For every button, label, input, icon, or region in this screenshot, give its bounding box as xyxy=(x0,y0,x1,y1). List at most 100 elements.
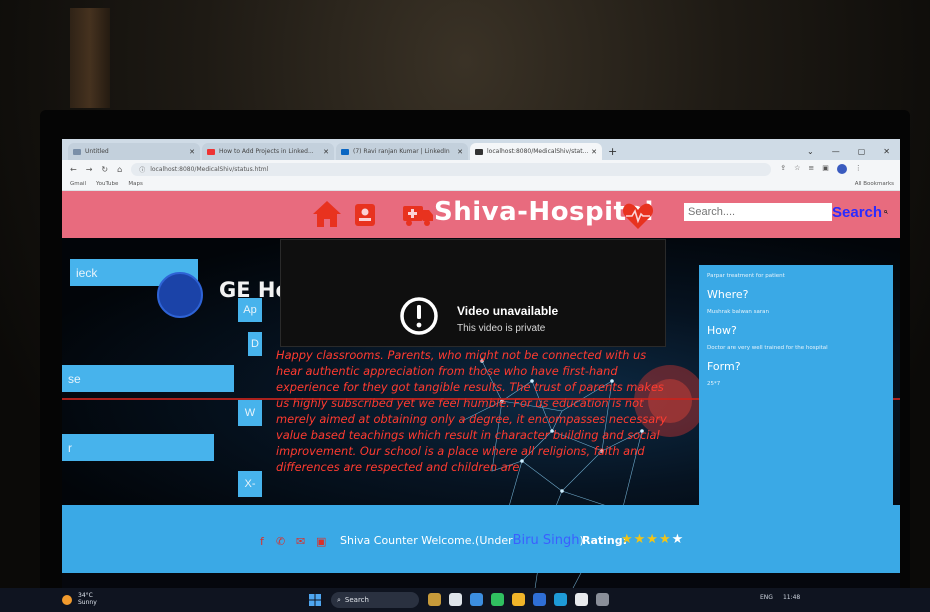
footer-welcome-text: Shiva Counter Welcome.(Under xyxy=(340,534,513,547)
language-indicator[interactable]: ENG xyxy=(760,594,773,601)
window-controls: ⌄ — ▢ ✕ xyxy=(807,143,900,160)
app-icon[interactable] xyxy=(470,593,483,606)
browser-tab-bar: Untitled ✕ How to Add Projects in Linked… xyxy=(62,139,900,160)
tab-close-icon[interactable]: ✕ xyxy=(591,148,597,156)
phone-icon[interactable]: ✆ xyxy=(276,535,285,548)
clock[interactable]: 11:48 xyxy=(783,594,800,601)
tab-title: How to Add Projects in Linked... xyxy=(219,148,314,155)
site-footer: f ✆ ✉ ▣ Shiva Counter Welcome.(UnderBiru… xyxy=(62,505,900,573)
bookmark-gmail[interactable]: Gmail xyxy=(70,181,86,187)
tab-close-icon[interactable]: ✕ xyxy=(189,148,195,156)
left-menu-button[interactable]: se xyxy=(62,365,234,392)
search-button[interactable]: Search xyxy=(832,201,888,223)
profile-avatar[interactable] xyxy=(836,164,847,174)
mail-icon[interactable]: ✉ xyxy=(296,535,305,548)
facebook-icon[interactable]: f xyxy=(260,535,264,548)
service-button[interactable]: Ap xyxy=(238,298,262,322)
taskbar-search[interactable]: ⌕ Search xyxy=(331,592,419,608)
heartbeat-icon xyxy=(622,203,654,229)
about-article: Happy classrooms. Parents, who might not… xyxy=(276,348,667,474)
tab-title: localhost:8080/MedicalShiv/stat... xyxy=(487,148,589,155)
info-form-heading: Form? xyxy=(707,360,741,373)
search-input[interactable] xyxy=(684,203,832,221)
close-icon[interactable]: ✕ xyxy=(883,147,890,156)
all-bookmarks[interactable]: All Bookmarks xyxy=(855,181,900,187)
star-filled-icon: ★★★★ xyxy=(621,532,672,547)
weather-temp: 34°C xyxy=(78,592,93,599)
info-form-value: 25*7 xyxy=(707,381,721,387)
video-subtitle: This video is private xyxy=(457,323,546,334)
site-info-icon[interactable]: ⓘ xyxy=(139,165,145,174)
windows-start-icon[interactable] xyxy=(309,594,321,606)
info-where-value: Mushrak balwan saran xyxy=(707,309,769,315)
new-tab-icon[interactable]: + xyxy=(608,143,617,160)
photo-scene: Untitled ✕ How to Add Projects in Linked… xyxy=(0,0,930,612)
site-header: Shiva-Hospital Search xyxy=(62,191,900,238)
linkedin-icon xyxy=(341,148,349,155)
wall-background xyxy=(70,8,110,108)
app-icon[interactable] xyxy=(491,593,504,606)
monitor-screen: Untitled ✕ How to Add Projects in Linked… xyxy=(62,139,900,612)
minimize-icon[interactable]: — xyxy=(832,147,840,156)
service-button[interactable]: W xyxy=(238,400,262,426)
maximize-icon[interactable]: ▢ xyxy=(858,147,866,156)
id-card-icon[interactable]: ▣ xyxy=(316,535,326,548)
reload-icon[interactable]: ↻ xyxy=(101,165,108,174)
back-icon[interactable]: ← xyxy=(70,165,77,174)
ambulance-icon xyxy=(403,206,433,226)
browser-tab[interactable]: (7) Ravi ranjan Kumar | LinkedIn ✕ xyxy=(336,143,468,160)
info-how-value: Doctor are very well trained for the hos… xyxy=(707,345,828,351)
tab-close-icon[interactable]: ✕ xyxy=(323,148,329,156)
left-menu-button[interactable]: r xyxy=(62,434,214,461)
bookmark-maps[interactable]: Maps xyxy=(128,181,142,187)
footer-welcome: Shiva Counter Welcome.(UnderBiru Singh) xyxy=(340,533,584,548)
settings-icon[interactable] xyxy=(596,593,609,606)
search-button-label: Search xyxy=(832,203,883,221)
extensions-icon[interactable]: ≡ xyxy=(808,164,814,174)
browser-tab-active[interactable]: localhost:8080/MedicalShiv/stat... ✕ xyxy=(470,143,602,160)
info-how-heading: How? xyxy=(707,324,737,337)
bookmark-star-icon[interactable]: ☆ xyxy=(794,164,800,174)
video-embed[interactable]: Video unavailable This video is private xyxy=(280,239,666,347)
footer-author: Biru Singh xyxy=(512,533,580,548)
app-icon[interactable] xyxy=(533,593,546,606)
app-icon[interactable] xyxy=(449,593,462,606)
video-title: Video unavailable xyxy=(457,304,559,318)
youtube-icon xyxy=(207,148,215,155)
service-button[interactable]: X- xyxy=(238,471,262,497)
site-brand[interactable]: Shiva-Hospital xyxy=(434,197,654,227)
app-icon[interactable] xyxy=(428,593,441,606)
share-icon[interactable]: ⇪ xyxy=(780,164,786,174)
info-where-heading: Where? xyxy=(707,288,749,301)
bookmark-youtube[interactable]: YouTube xyxy=(96,181,118,187)
toolbar-actions: ⇪ ☆ ≡ ▣ ⋮ xyxy=(780,164,862,174)
sidepanel-icon[interactable]: ▣ xyxy=(822,164,829,174)
taskbar-apps xyxy=(428,593,609,606)
folder-icon[interactable] xyxy=(512,593,525,606)
address-bar[interactable]: ⓘ localhost:8080/MedicalShiv/status.html xyxy=(131,162,772,176)
chevron-down-icon[interactable]: ⌄ xyxy=(807,147,814,156)
chrome-icon[interactable] xyxy=(575,593,588,606)
id-card-icon[interactable] xyxy=(354,203,376,227)
os-taskbar: 34°C Sunny ⌕ Search ENG 11:48 xyxy=(0,588,930,612)
home-icon[interactable] xyxy=(312,200,342,228)
browser-tab[interactable]: Untitled ✕ xyxy=(68,143,200,160)
weather-widget[interactable]: 34°C Sunny xyxy=(78,592,97,606)
home-nav-icon[interactable]: ⌂ xyxy=(117,165,122,174)
web-page: Shiva-Hospital Search.... Search ieck se… xyxy=(62,191,900,612)
taskbar-search-label: Search xyxy=(344,596,369,604)
tab-favicon-icon xyxy=(475,148,483,155)
service-button[interactable]: D xyxy=(248,332,262,356)
bookmarks-bar: Gmail YouTube Maps All Bookmarks xyxy=(62,178,900,191)
info-panel: Parpar treatment for patient Where? Mush… xyxy=(699,265,893,515)
search-icon: ⌕ xyxy=(337,595,341,604)
star-empty-icon: ★ xyxy=(671,532,685,547)
tab-close-icon[interactable]: ✕ xyxy=(457,148,463,156)
info-intro: Parpar treatment for patient xyxy=(707,273,785,279)
edge-icon[interactable] xyxy=(554,593,567,606)
sun-icon xyxy=(62,595,72,605)
tab-title: Untitled xyxy=(85,148,109,155)
browser-tab[interactable]: How to Add Projects in Linked... ✕ xyxy=(202,143,334,160)
forward-icon[interactable]: → xyxy=(86,165,93,174)
menu-icon[interactable]: ⋮ xyxy=(855,164,862,174)
